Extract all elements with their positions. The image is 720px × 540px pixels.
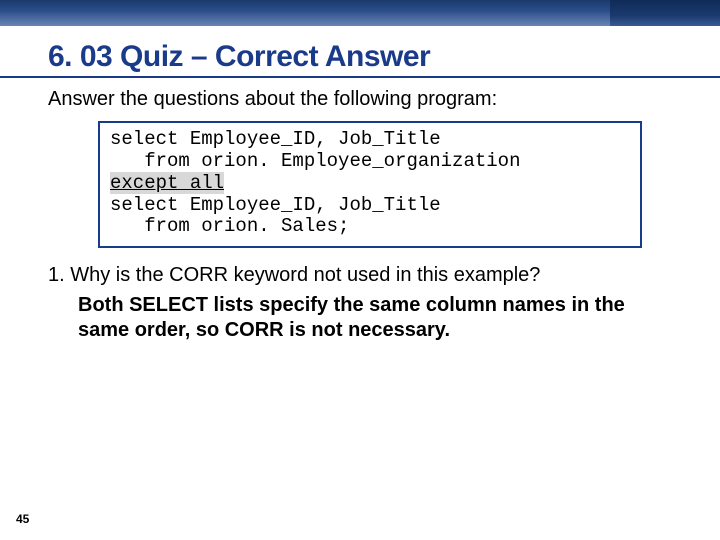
code-block: select Employee_ID, Job_Title from orion…	[98, 121, 642, 248]
question-text: 1. Why is the CORR keyword not used in t…	[48, 264, 672, 287]
top-banner	[0, 0, 720, 26]
code-highlight: except all	[110, 172, 224, 194]
page-title: 6. 03 Quiz – Correct Answer	[48, 40, 720, 74]
code-line: from orion. Sales;	[110, 215, 349, 237]
code-line: select Employee_ID, Job_Title	[110, 194, 441, 216]
code-line: select Employee_ID, Job_Title	[110, 128, 441, 150]
title-underline	[0, 76, 720, 78]
page-number: 45	[16, 512, 29, 526]
intro-text: Answer the questions about the following…	[48, 88, 672, 111]
code-line: from orion. Employee_organization	[110, 150, 520, 172]
answer-text: Both SELECT lists specify the same colum…	[78, 293, 648, 343]
slide-content: Answer the questions about the following…	[0, 88, 720, 343]
